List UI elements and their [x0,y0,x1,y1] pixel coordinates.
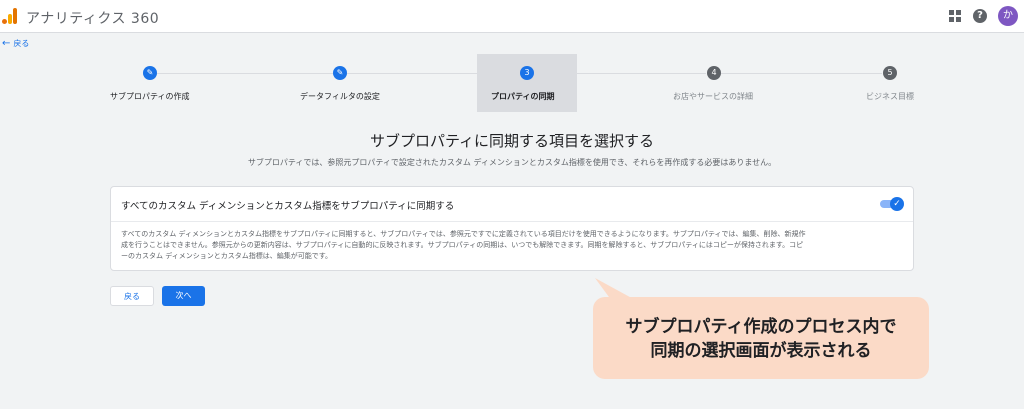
arrow-left-icon: ← [2,38,11,49]
sync-option-title: すべてのカスタム ディメンションとカスタム指標をサブプロパティに同期する [121,201,455,212]
step-business-details[interactable]: 4 お店やサービスの詳細 [664,54,764,112]
step-create-subproperty[interactable]: ✎ サブプロパティの作成 [100,54,200,112]
stepper: ✎ サブプロパティの作成 ✎ データフィルタの設定 3 プロパティの同期 4 お… [0,54,1024,112]
annotation-callout: サブプロパティ作成のプロセス内で 同期の選択画面が表示される [593,297,929,379]
step-data-filter[interactable]: ✎ データフィルタの設定 [290,54,390,112]
sync-options-card: すべてのカスタム ディメンションとカスタム指標をサブプロパティに同期する ✓ す… [110,186,914,271]
step-business-goals[interactable]: 5 ビジネス目標 [840,54,940,112]
help-icon[interactable]: ? [973,9,987,23]
step-label: お店やサービスの詳細 [673,92,753,101]
step-label: ビジネス目標 [866,92,914,101]
next-button[interactable]: 次へ [162,286,205,306]
callout-text: サブプロパティ作成のプロセス内で 同期の選択画面が表示される [593,315,929,363]
back-link[interactable]: ← 戻る [2,38,29,49]
description-line: すべてのカスタム ディメンションとカスタム指標をサブプロパティに同期すると、サブ… [121,230,806,238]
back-link-label: 戻る [13,39,30,48]
analytics-logo-icon[interactable] [2,8,18,24]
page-title: サブプロパティに同期する項目を選択する [369,132,655,150]
callout-line: サブプロパティ作成のプロセス内で [625,317,897,337]
check-icon: ✓ [890,197,904,211]
top-bar: アナリティクス 360 ? か [0,0,1024,33]
back-button[interactable]: 戻る [110,286,154,306]
step-number: 3 [520,66,534,80]
step-label: プロパティの同期 [491,92,555,101]
apps-grid-icon[interactable] [949,10,961,22]
page-description: サブプロパティでは、参照元プロパティで設定されたカスタム ディメンションとカスタ… [247,158,777,167]
pencil-icon: ✎ [143,66,157,80]
sync-toggle[interactable]: ✓ [880,197,904,211]
step-number: 4 [707,66,721,80]
divider [111,221,913,222]
callout-line: 同期の選択画面が表示される [650,341,872,361]
avatar[interactable]: か [998,6,1018,26]
app-title: アナリティクス 360 [26,11,160,27]
step-number: 5 [883,66,897,80]
pencil-icon: ✎ [333,66,347,80]
step-property-sync[interactable]: 3 プロパティの同期 [477,54,577,112]
description-line: 成を行うことはできません。参照元からの更新内容は、サブプロパティに自動的に反映さ… [121,241,804,249]
step-label: データフィルタの設定 [300,92,380,101]
description-line: ーのカスタム ディメンションとカスタム指標は、編集が可能です。 [121,252,333,260]
step-label: サブプロパティの作成 [110,92,190,101]
sync-option-description: すべてのカスタム ディメンションとカスタム指標をサブプロパティに同期すると、サブ… [121,229,906,262]
